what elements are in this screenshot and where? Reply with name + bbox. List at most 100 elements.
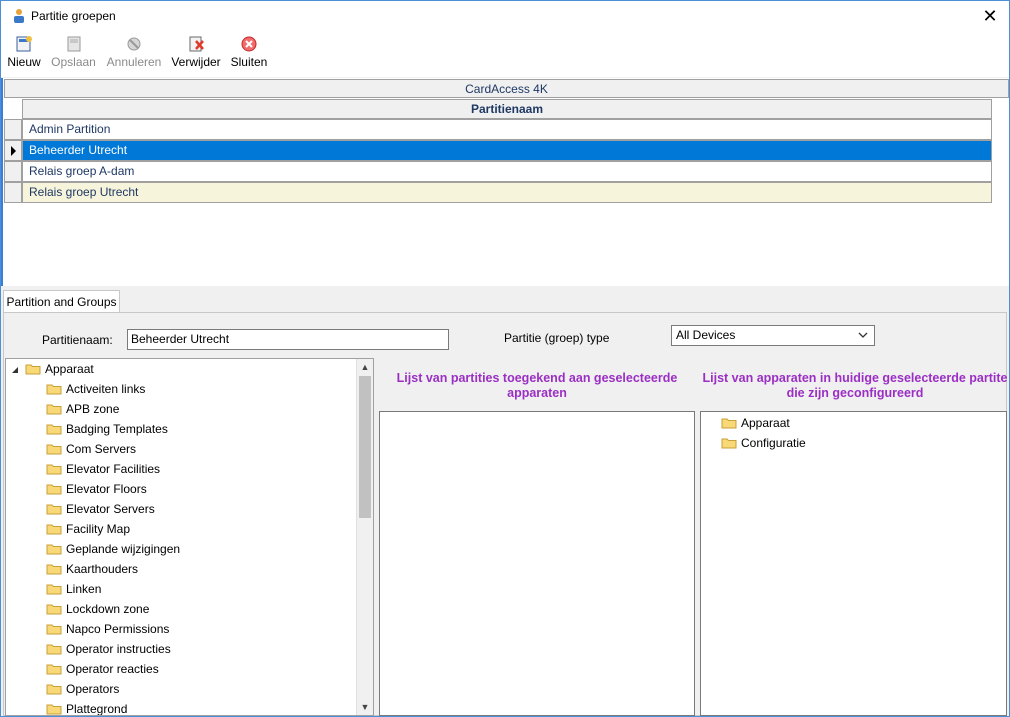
- close-window-button[interactable]: ✕: [979, 5, 1001, 27]
- list-item-label: Apparaat: [741, 416, 790, 430]
- folder-icon: [46, 524, 62, 535]
- new-icon: [16, 36, 32, 52]
- partition-type-select[interactable]: All Devices: [671, 325, 875, 346]
- folder-icon: [25, 364, 41, 375]
- tree-scrollbar[interactable]: ▲ ▼: [356, 359, 373, 715]
- list-item[interactable]: Configuratie: [721, 433, 806, 453]
- tree-node[interactable]: Lockdown zone: [46, 599, 149, 619]
- current-row-arrow-icon: [11, 146, 16, 156]
- folder-icon: [46, 564, 62, 575]
- tree-node-label: Lockdown zone: [66, 602, 150, 616]
- assigned-partitions-list[interactable]: [379, 411, 695, 716]
- tree-node-label: Napco Permissions: [66, 622, 170, 636]
- tree-node[interactable]: Elevator Facilities: [46, 459, 160, 479]
- app-icon: [14, 9, 24, 23]
- tree-node[interactable]: Elevator Servers: [46, 499, 155, 519]
- row-header-current[interactable]: [4, 140, 22, 161]
- tree-node[interactable]: Napco Permissions: [46, 619, 169, 639]
- tree-node[interactable]: Plattegrond: [46, 699, 128, 716]
- partition-type-label: Partitie (groep) type: [504, 331, 610, 345]
- folder-icon: [46, 424, 62, 435]
- folder-icon: [46, 444, 62, 455]
- folder-icon: [46, 684, 62, 695]
- cancel-button[interactable]: Annuleren: [105, 35, 163, 73]
- scroll-thumb[interactable]: [359, 376, 371, 518]
- cancel-icon: [127, 37, 141, 51]
- row-header[interactable]: [4, 161, 22, 182]
- tree-node[interactable]: Elevator Floors: [46, 479, 147, 499]
- delete-icon: [189, 36, 204, 52]
- folder-icon: [46, 504, 62, 515]
- new-label: Nieuw: [7, 55, 41, 69]
- tree-node-label: Operator instructies: [66, 642, 171, 656]
- tree-node[interactable]: Operator reacties: [46, 659, 159, 679]
- close-circle-icon: [241, 36, 257, 52]
- tree-node-root[interactable]: Apparaat: [8, 359, 94, 379]
- partition-name-input[interactable]: Beheerder Utrecht: [127, 329, 449, 350]
- list-item[interactable]: Apparaat: [721, 413, 790, 433]
- new-button[interactable]: Nieuw: [6, 35, 42, 73]
- title-bar: Partitie groepen ✕: [1, 1, 1009, 32]
- tree-node-label: Operators: [66, 682, 120, 696]
- tree-node[interactable]: Badging Templates: [46, 419, 168, 439]
- folder-icon: [46, 644, 62, 655]
- window-title: Partitie groepen: [31, 9, 116, 23]
- tab-strip: Partition and Groups: [1, 287, 1009, 313]
- tree-node[interactable]: Facility Map: [46, 519, 130, 539]
- folder-icon: [46, 544, 62, 555]
- device-tree: Apparaat Activeiten links APB zone Badging…: [5, 358, 374, 716]
- collapse-icon[interactable]: [11, 366, 19, 374]
- tree-node-label: APB zone: [66, 402, 120, 416]
- tree-node[interactable]: Kaarthouders: [46, 559, 138, 579]
- delete-button[interactable]: Verwijder: [170, 35, 222, 73]
- close-label: Sluiten: [230, 55, 268, 69]
- tree-node-label: Elevator Facilities: [66, 462, 161, 476]
- folder-icon: [46, 384, 62, 395]
- table-row[interactable]: Admin Partition: [22, 119, 992, 140]
- save-button[interactable]: Opslaan: [50, 35, 97, 73]
- cancel-label: Annuleren: [106, 55, 162, 69]
- column-header-partitienaam[interactable]: Partitienaam: [22, 99, 992, 119]
- row-header[interactable]: [4, 182, 22, 203]
- tree-node-label: Geplande wijzigingen: [66, 542, 181, 556]
- scroll-up-icon[interactable]: ▲: [357, 359, 373, 375]
- grid-caption: CardAccess 4K: [4, 79, 1009, 98]
- delete-label: Verwijder: [171, 55, 221, 69]
- tree-node[interactable]: Activeiten links: [46, 379, 145, 399]
- folder-icon: [46, 604, 62, 615]
- folder-icon: [46, 664, 62, 675]
- table-row-selected[interactable]: Beheerder Utrecht: [22, 140, 992, 161]
- row-header[interactable]: [4, 119, 22, 140]
- configured-devices-list[interactable]: Apparaat Configuratie: [700, 411, 1007, 716]
- close-button[interactable]: Sluiten: [230, 35, 268, 73]
- partition-name-label: Partitienaam:: [42, 333, 113, 347]
- tree-node-label: Apparaat: [45, 362, 94, 376]
- tree-node[interactable]: Linken: [46, 579, 101, 599]
- tree-node-label: Linken: [66, 582, 102, 596]
- tree-node-label: Kaarthouders: [66, 562, 139, 576]
- tab-partition-and-groups[interactable]: Partition and Groups: [3, 290, 120, 313]
- partition-type-value: All Devices: [676, 328, 736, 342]
- chevron-down-icon: [858, 332, 868, 338]
- table-row[interactable]: Relais groep Utrecht: [22, 182, 992, 203]
- tree-node-label: Badging Templates: [66, 422, 168, 436]
- save-icon: [67, 36, 80, 52]
- tree-node-label: Elevator Servers: [66, 502, 155, 516]
- assigned-partitions-title: Lijst van partities toegekend aan gesele…: [396, 371, 678, 400]
- tree-node[interactable]: Geplande wijzigingen: [46, 539, 180, 559]
- folder-icon: [46, 404, 62, 415]
- scroll-down-icon[interactable]: ▼: [357, 699, 373, 715]
- tree-node-label: Operator reacties: [66, 662, 159, 676]
- tree-node[interactable]: Com Servers: [46, 439, 136, 459]
- folder-icon: [46, 464, 62, 475]
- toolbar: Nieuw Opslaan Annuleren Verwijder Sluite…: [1, 32, 1009, 77]
- tree-node[interactable]: Operators: [46, 679, 119, 699]
- folder-icon: [721, 438, 737, 449]
- tree-node-label: Com Servers: [66, 442, 137, 456]
- table-row[interactable]: Relais groep A-dam: [22, 161, 992, 182]
- save-label: Opslaan: [51, 55, 96, 69]
- folder-icon: [46, 704, 62, 715]
- tree-node[interactable]: APB zone: [46, 399, 119, 419]
- tree-node[interactable]: Operator instructies: [46, 639, 171, 659]
- tree-node-label: Plattegrond: [66, 702, 128, 716]
